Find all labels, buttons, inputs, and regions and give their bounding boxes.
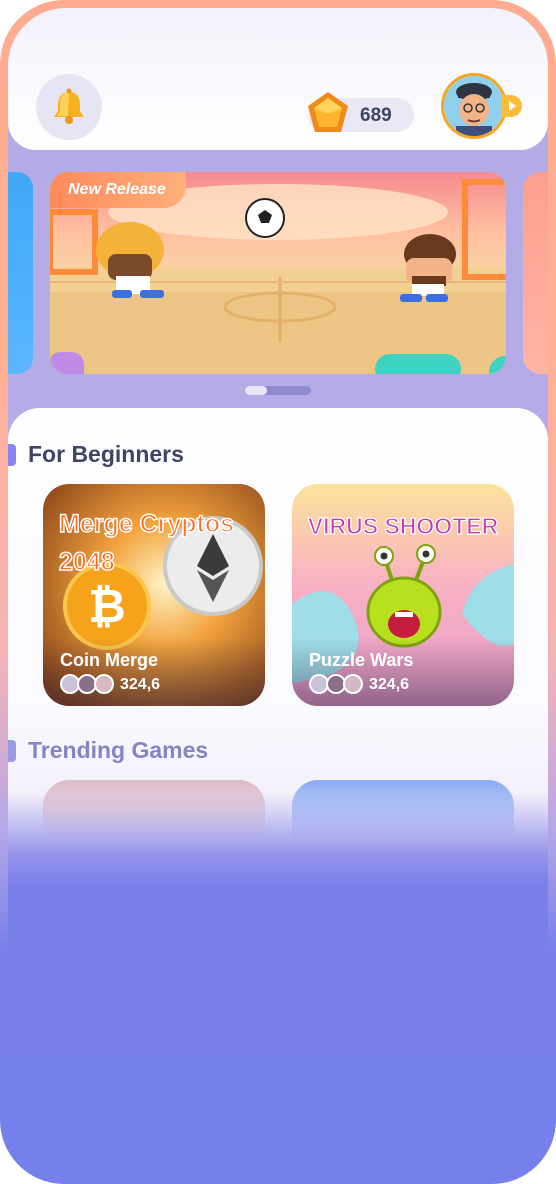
app-screen: 689 New Release For Beginners ₿ Merge Cr… [8,8,548,1176]
section-title-trending-games: Trending Games [28,737,209,763]
card-overlay [43,638,265,706]
card-overlay [292,638,514,706]
coin-merge-art-title: Merge Cryptos [59,510,234,538]
player-avatars [309,674,369,694]
player-avatars [60,674,120,694]
virus-shooter-art-title: VIRUS SHOOTER [308,513,499,539]
profile-picture [444,76,504,136]
section-accent [8,444,16,466]
game-card-coin-merge[interactable]: ₿ Merge Cryptos 2048 Coin Merge 324,6 [43,484,265,706]
trending-card-faded[interactable] [43,780,265,840]
featured-banner[interactable]: New Release [50,172,506,374]
phone-frame: 689 New Release For Beginners ₿ Merge Cr… [0,0,556,1184]
player-count: 324,6 [369,676,410,693]
new-release-badge: New Release [50,172,186,208]
svg-text:₿: ₿ [88,580,126,632]
section-title-for-beginners: For Beginners [28,441,184,467]
section-accent [8,740,16,762]
carousel-prev-card[interactable] [8,172,33,374]
player-count: 324,6 [120,676,161,693]
gems-count: 689 [360,105,392,126]
chevron-right-icon [509,101,516,111]
top-bar: 689 [8,8,548,150]
player-avatar [94,674,114,694]
gem-icon [308,92,348,132]
profile-menu-button[interactable] [502,95,522,117]
player-avatar [343,674,363,694]
carousel-next-card[interactable] [523,172,548,374]
trending-card-faded[interactable] [292,780,514,840]
avatar[interactable] [441,73,507,139]
game-title: Puzzle Wars [309,650,414,670]
game-title: Coin Merge [60,650,159,670]
coin-merge-art-subtitle: 2048 [59,548,115,576]
game-card-puzzle-wars[interactable]: VIRUS SHOOTER Puzzle Wars 324,6 [292,484,514,706]
bell-icon [54,88,84,124]
carousel-indicator-active [245,386,267,395]
notifications-button[interactable] [36,74,102,140]
